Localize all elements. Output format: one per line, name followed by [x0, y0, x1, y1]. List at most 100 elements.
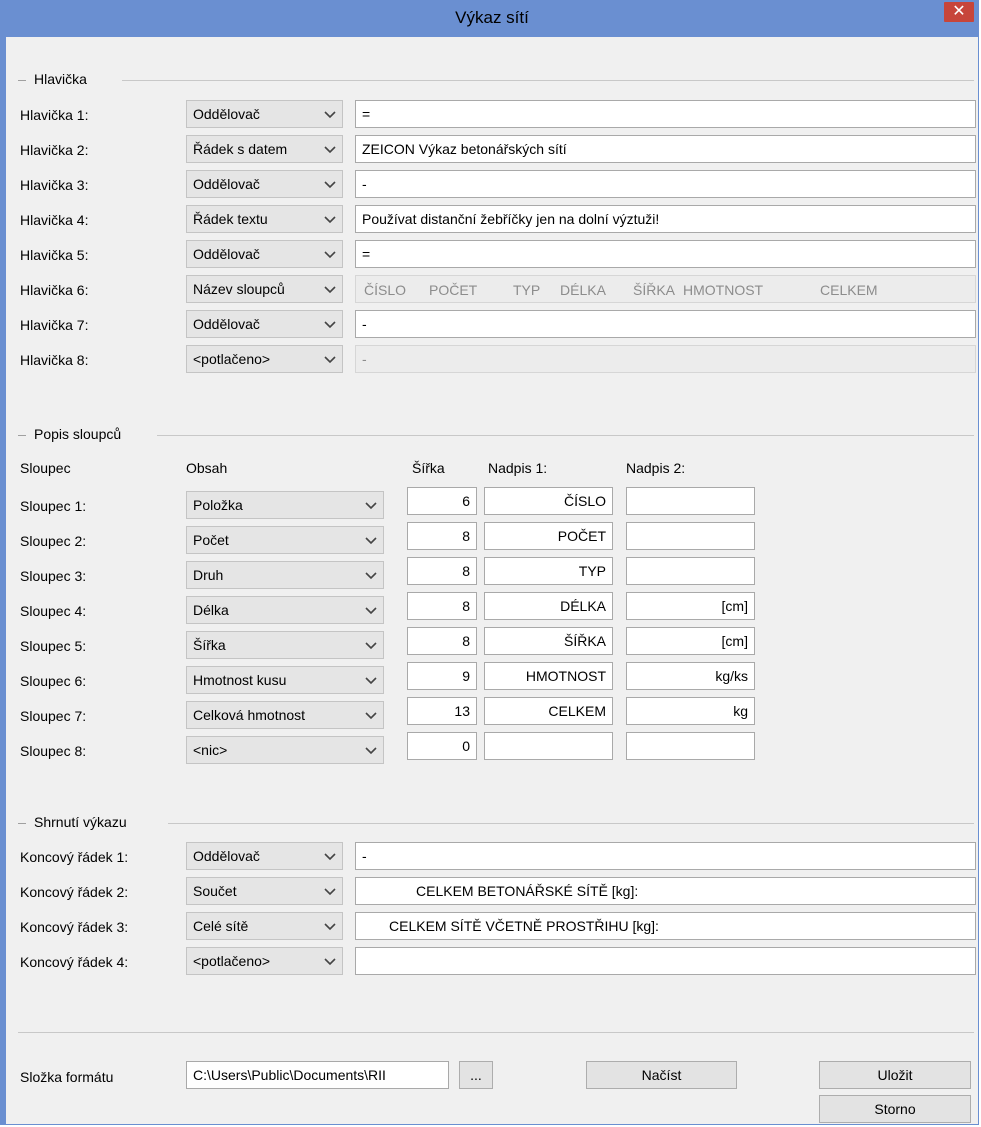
dropdown-value: Oddělovač: [193, 176, 260, 192]
sloupec-width-1[interactable]: 6: [407, 487, 477, 515]
dropdown-value: Řádek s datem: [193, 141, 288, 157]
koncovy-value-2[interactable]: CELKEM BETONÁŘSKÉ SÍTĚ [kg]:: [355, 877, 976, 905]
sloupec-title1-8[interactable]: [484, 732, 613, 760]
koncovy-type-4[interactable]: <potlačeno>: [186, 947, 343, 975]
group-line: [157, 435, 974, 436]
chevron-down-icon: [365, 642, 377, 650]
sloupec-label-4: Sloupec 4:: [20, 603, 87, 619]
hlavicka-value-5[interactable]: =: [355, 240, 976, 268]
koncovy-type-2[interactable]: Součet: [186, 877, 343, 905]
koncovy-label-2: Koncový řádek 2:: [20, 884, 129, 900]
koncovy-label-1: Koncový řádek 1:: [20, 849, 129, 865]
chevron-down-icon: [365, 572, 377, 580]
dropdown-value: <potlačeno>: [193, 953, 271, 969]
hlavicka-label-2: Hlavička 2:: [20, 142, 89, 158]
hlavicka-value-2[interactable]: ZEICON Výkaz betonářských sítí: [355, 135, 976, 163]
hlavicka-type-7[interactable]: Oddělovač: [186, 310, 343, 338]
sloupec-width-4[interactable]: 8: [407, 592, 477, 620]
koncovy-label-4: Koncový řádek 4:: [20, 954, 129, 970]
sloupec-width-7[interactable]: 13: [407, 697, 477, 725]
sloupec-title2-7[interactable]: kg: [626, 697, 755, 725]
chevron-down-icon: [324, 216, 336, 224]
group-title-shrnuti: Shrnutí výkazu: [34, 814, 127, 830]
koncovy-value-1[interactable]: -: [355, 842, 976, 870]
sloupec-width-8[interactable]: 0: [407, 732, 477, 760]
sloupec-title1-2[interactable]: POČET: [484, 522, 613, 550]
chevron-down-icon: [324, 251, 336, 259]
group-dash: [18, 823, 26, 824]
sloupec-content-6[interactable]: Hmotnost kusu: [186, 666, 384, 694]
chevron-down-icon: [324, 111, 336, 119]
folder-label: Složka formátu: [20, 1069, 114, 1085]
hlavicka-value-4[interactable]: Používat distanční žebříčky jen na dolní…: [355, 205, 976, 233]
column-name: POČET: [429, 282, 478, 298]
koncovy-value-3[interactable]: CELKEM SÍTĚ VČETNĚ PROSTŘIHU [kg]:: [355, 912, 976, 940]
sloupec-title2-8[interactable]: [626, 732, 755, 760]
chevron-down-icon: [324, 146, 336, 154]
dropdown-value: Oddělovač: [193, 246, 260, 262]
hlavicka-type-2[interactable]: Řádek s datem: [186, 135, 343, 163]
sloupec-title2-4[interactable]: [cm]: [626, 592, 755, 620]
dropdown-value: Oddělovač: [193, 106, 260, 122]
hlavicka-type-6[interactable]: Název sloupců: [186, 275, 343, 303]
sloupec-content-8[interactable]: <nic>: [186, 736, 384, 764]
column-name: CELKEM: [820, 282, 878, 298]
chevron-down-icon: [324, 356, 336, 364]
dropdown-value: <nic>: [193, 742, 228, 758]
header-nadpis2: Nadpis 2:: [626, 460, 686, 476]
koncovy-value-4[interactable]: [355, 947, 976, 975]
sloupec-title2-2[interactable]: [626, 522, 755, 550]
sloupec-content-2[interactable]: Počet: [186, 526, 384, 554]
hlavicka-value-1[interactable]: =: [355, 100, 976, 128]
hlavicka-label-4: Hlavička 4:: [20, 212, 89, 228]
sloupec-title2-5[interactable]: [cm]: [626, 627, 755, 655]
sloupec-content-7[interactable]: Celková hmotnost: [186, 701, 384, 729]
sloupec-title1-6[interactable]: HMOTNOST: [484, 662, 613, 690]
sloupec-content-3[interactable]: Druh: [186, 561, 384, 589]
sloupec-title2-3[interactable]: [626, 557, 755, 585]
sloupec-width-2[interactable]: 8: [407, 522, 477, 550]
hlavicka-value-8: -: [355, 345, 976, 373]
sloupec-title1-7[interactable]: CELKEM: [484, 697, 613, 725]
hlavicka-type-1[interactable]: Oddělovač: [186, 100, 343, 128]
koncovy-type-3[interactable]: Celé sítě: [186, 912, 343, 940]
close-icon[interactable]: ✕: [944, 2, 974, 22]
hlavicka-label-5: Hlavička 5:: [20, 247, 89, 263]
column-name: TYP: [513, 282, 541, 298]
browse-button[interactable]: ...: [459, 1061, 493, 1089]
group-title-hlavicka: Hlavička: [34, 71, 87, 87]
hlavicka-value-7[interactable]: -: [355, 310, 976, 338]
hlavicka-type-8[interactable]: <potlačeno>: [186, 345, 343, 373]
load-button[interactable]: Načíst: [586, 1061, 737, 1089]
sloupec-content-4[interactable]: Délka: [186, 596, 384, 624]
dropdown-value: <potlačeno>: [193, 351, 271, 367]
chevron-down-icon: [365, 502, 377, 510]
koncovy-type-1[interactable]: Oddělovač: [186, 842, 343, 870]
hlavicka-value-3[interactable]: -: [355, 170, 976, 198]
chevron-down-icon: [365, 712, 377, 720]
sloupec-width-5[interactable]: 8: [407, 627, 477, 655]
sloupec-title1-5[interactable]: ŠÍŘKA: [484, 627, 613, 655]
sloupec-title1-4[interactable]: DÉLKA: [484, 592, 613, 620]
save-button[interactable]: Uložit: [819, 1061, 971, 1089]
hlavicka-type-4[interactable]: Řádek textu: [186, 205, 343, 233]
sloupec-content-5[interactable]: Šířka: [186, 631, 384, 659]
sloupec-title2-1[interactable]: [626, 487, 755, 515]
sloupec-title2-6[interactable]: kg/ks: [626, 662, 755, 690]
dropdown-value: Druh: [193, 567, 224, 583]
sloupec-content-1[interactable]: Položka: [186, 491, 384, 519]
sloupec-width-6[interactable]: 9: [407, 662, 477, 690]
sloupec-title1-3[interactable]: TYP: [484, 557, 613, 585]
hlavicka-label-6: Hlavička 6:: [20, 282, 89, 298]
chevron-down-icon: [324, 888, 336, 896]
sloupec-width-3[interactable]: 8: [407, 557, 477, 585]
header-sloupec: Sloupec: [20, 460, 71, 476]
hlavicka-label-8: Hlavička 8:: [20, 352, 89, 368]
hlavicka-type-3[interactable]: Oddělovač: [186, 170, 343, 198]
folder-path-field[interactable]: C:\Users\Public\Documents\RII: [186, 1061, 449, 1089]
hlavicka-label-1: Hlavička 1:: [20, 107, 89, 123]
hlavicka-type-5[interactable]: Oddělovač: [186, 240, 343, 268]
header-nadpis1: Nadpis 1:: [488, 460, 548, 476]
cancel-button[interactable]: Storno: [819, 1095, 971, 1123]
sloupec-title1-1[interactable]: ČÍSLO: [484, 487, 613, 515]
